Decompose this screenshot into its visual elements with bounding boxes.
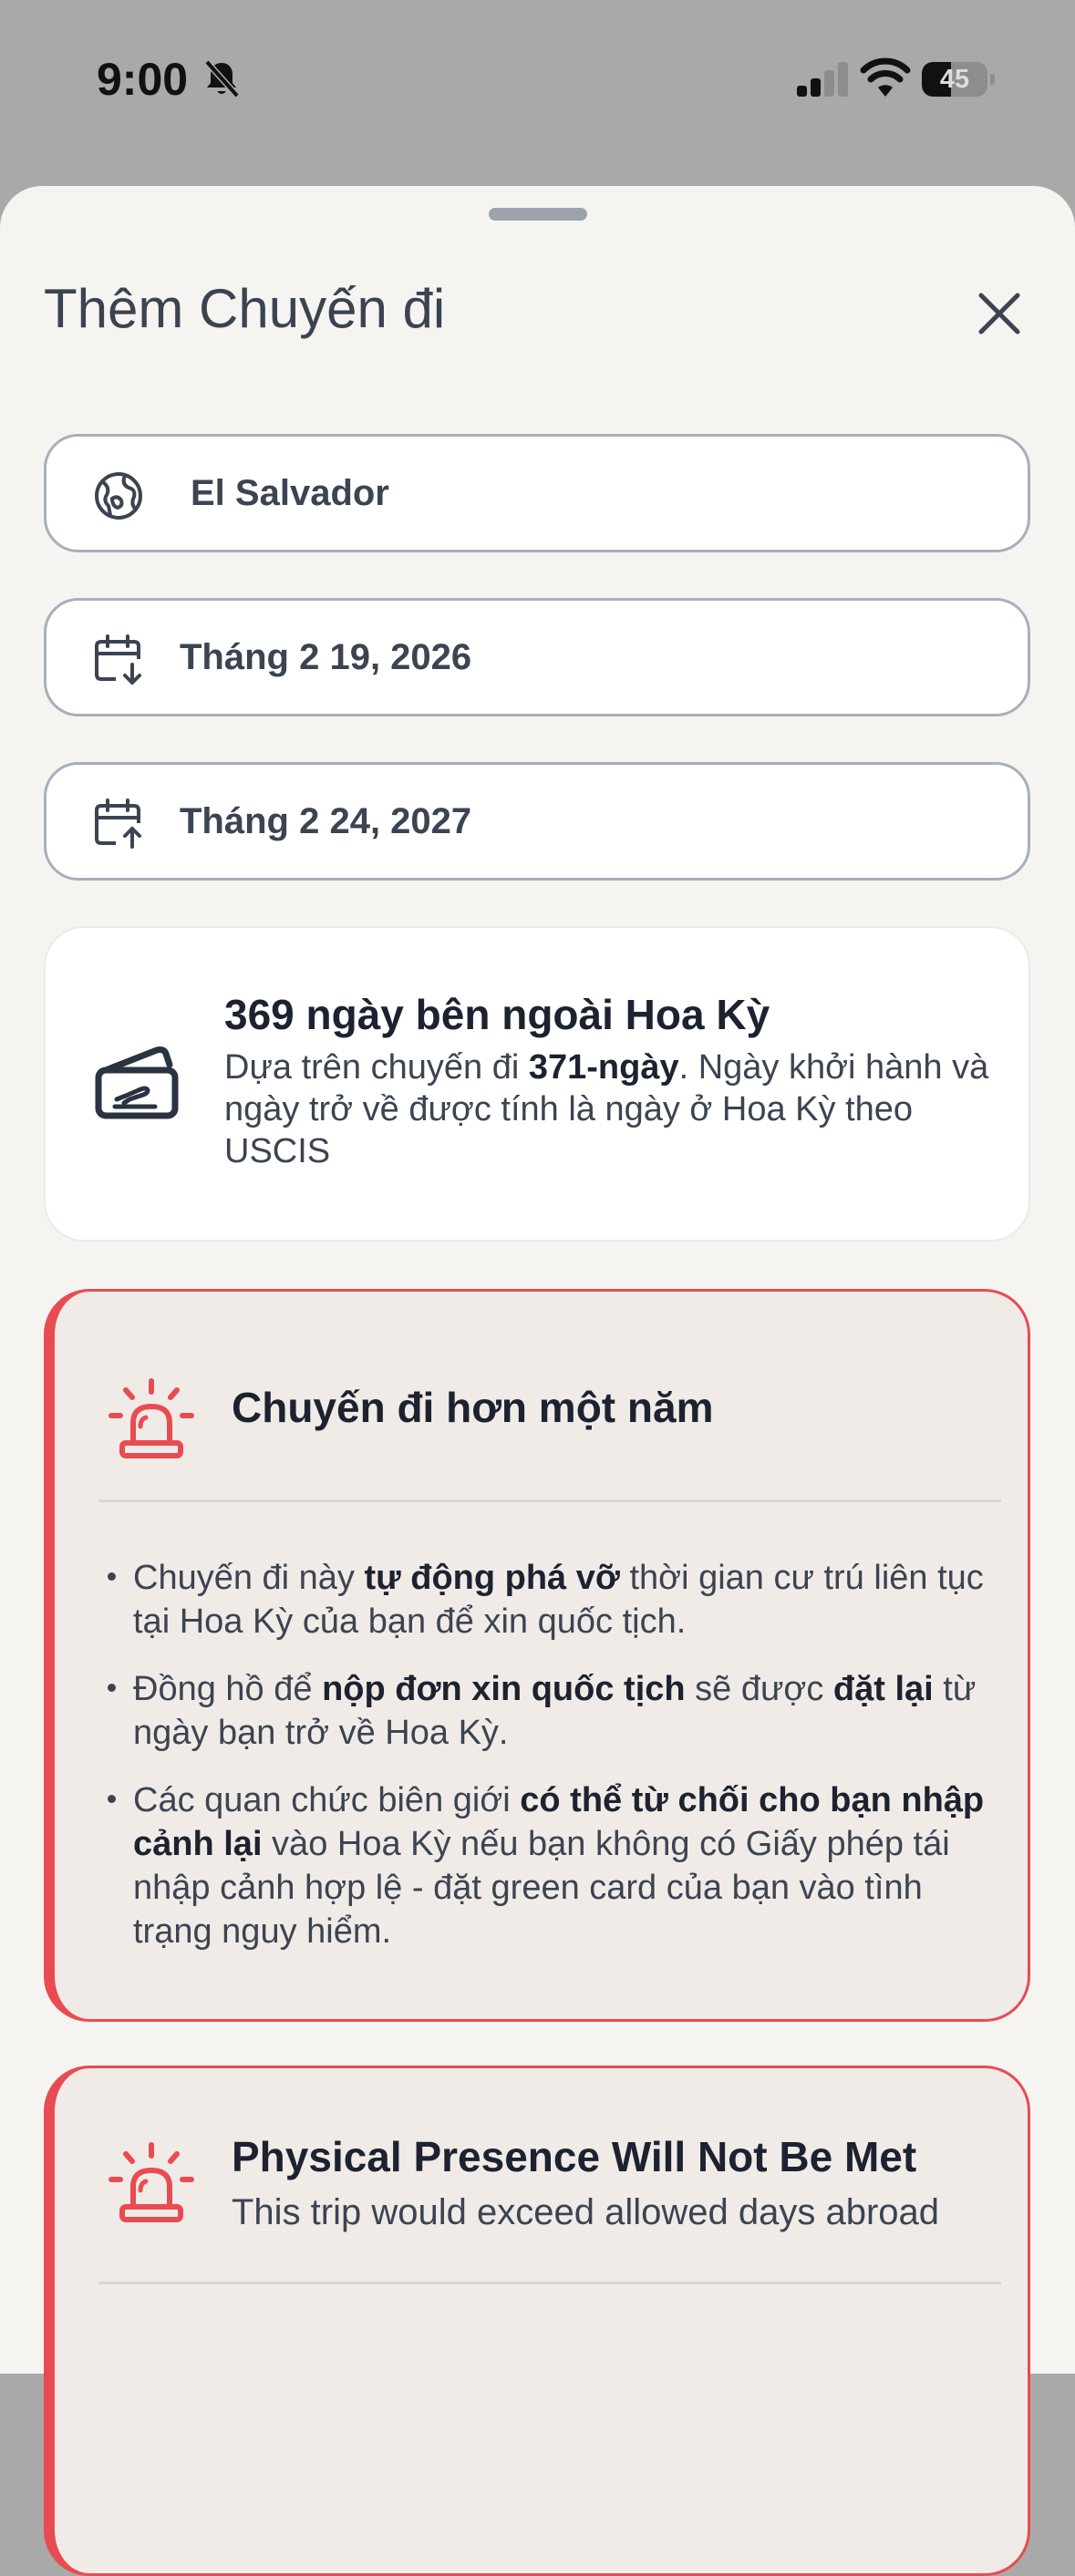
add-trip-sheet: Thêm Chuyến đi El Salvador Tháng 2 19, 2… [0,186,1075,2576]
alert-title: Chuyến đi hơn một năm [232,1384,714,1431]
alert-title: Physical Presence Will Not Be Met [232,2133,917,2180]
alert-divider [98,1499,1001,1502]
battery-icon: 45 [922,62,995,97]
country-field[interactable]: El Salvador [44,434,1030,552]
bell-muted-icon [204,59,240,98]
alert-subtitle: This trip would exceed allowed days abro… [232,2192,939,2232]
return-date-field[interactable]: Tháng 2 24, 2027 [44,762,1030,881]
alert-bullet: Các quan chức biên giới có thể từ chối c… [106,1778,990,1953]
globe-icon [95,472,142,520]
ticket-icon [95,1046,179,1119]
calendar-return-icon [95,799,141,849]
days-outside-title: 369 ngày bên ngoài Hoa Kỳ [224,991,770,1038]
country-value: El Salvador [191,473,389,513]
trip-over-one-year-alert: Chuyến đi hơn một năm Chuyến đi này tự đ… [44,1289,1030,2022]
close-icon[interactable] [972,286,1027,341]
physical-presence-alert: Physical Presence Will Not Be Met This t… [44,2066,1030,2576]
calendar-departure-icon [95,634,141,685]
sheet-title: Thêm Chuyến đi [44,278,446,339]
alarm-siren-icon [109,2142,194,2222]
alert-bullet: Đồng hồ để nộp đơn xin quốc tịch sẽ được… [106,1667,990,1755]
alert-divider [98,2282,1001,2284]
wifi-icon [860,57,911,97]
status-time: 9:00 [97,54,189,105]
departure-date-value: Tháng 2 19, 2026 [180,637,472,677]
departure-date-field[interactable]: Tháng 2 19, 2026 [44,598,1030,716]
days-outside-description: Dựa trên chuyến đi 371-ngày. Ngày khởi h… [224,1048,989,1170]
status-bar: 9:00 45 [0,0,1075,173]
sheet-grabber[interactable] [489,208,587,221]
cellular-signal-icon [797,62,848,97]
alarm-siren-icon [109,1378,194,1458]
battery-level: 45 [939,65,970,94]
days-outside-summary-card: 369 ngày bên ngoài Hoa Kỳ Dựa trên chuyế… [44,926,1030,1242]
alert-bullet: Chuyến đi này tự động phá vỡ thời gian c… [106,1556,990,1643]
return-date-value: Tháng 2 24, 2027 [180,801,472,841]
alert-bullet-list: Chuyến đi này tự động phá vỡ thời gian c… [106,1556,990,1977]
